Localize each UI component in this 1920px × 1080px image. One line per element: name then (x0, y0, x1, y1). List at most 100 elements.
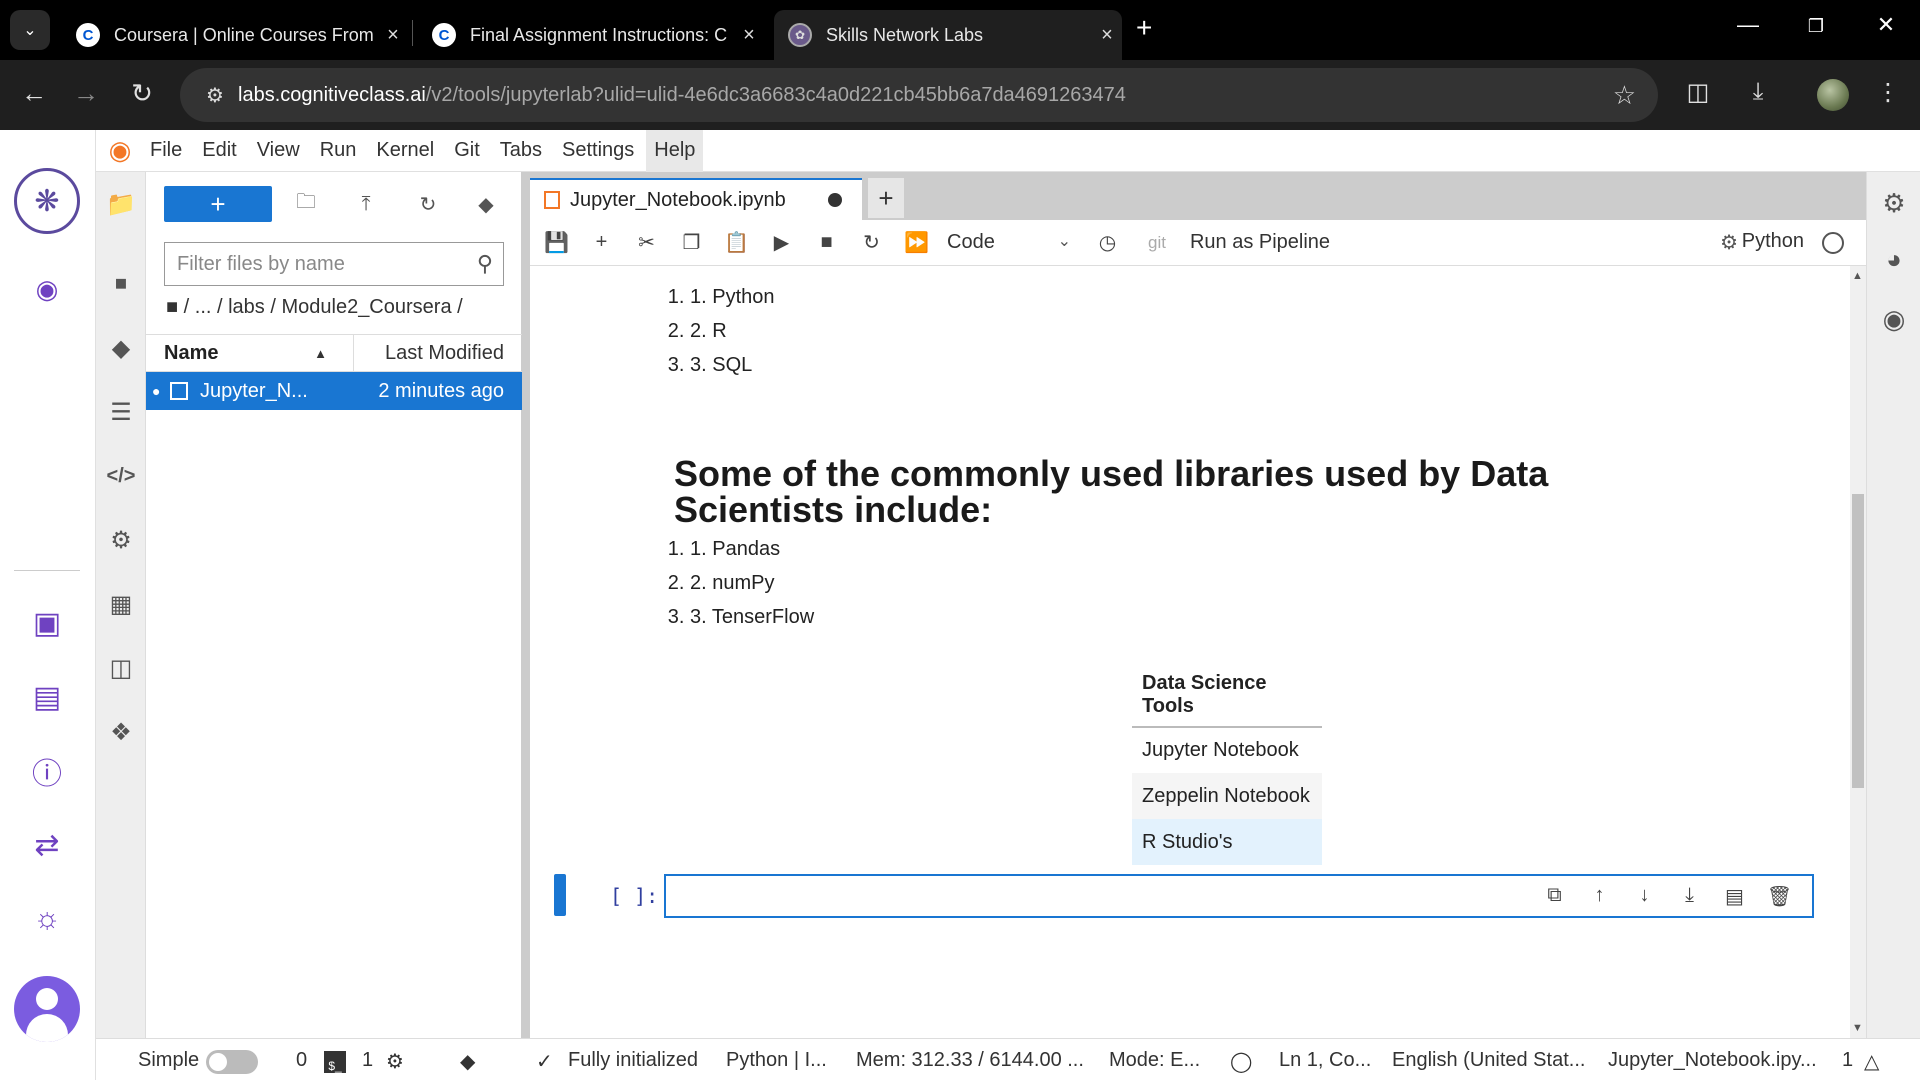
run-as-pipeline-button[interactable]: Run as Pipeline (1190, 231, 1330, 254)
delete-cell-icon[interactable]: 🗑 (1757, 884, 1802, 909)
simple-mode-toggle[interactable] (206, 1050, 258, 1074)
stop-icon[interactable]: ■ (804, 231, 849, 254)
browser-tab-skills-network[interactable]: ✿ Skills Network Labs × (774, 10, 1122, 60)
scroll-down-icon[interactable]: ▼ (1852, 1022, 1863, 1034)
skills-network-logo-icon[interactable]: ❋ (14, 168, 80, 234)
modified-column-header[interactable]: Last Modified (354, 335, 522, 371)
terminals-count[interactable]: 0 (296, 1049, 307, 1072)
cut-icon[interactable]: ✂ (624, 230, 669, 255)
minimize-button[interactable]: — (1728, 12, 1768, 38)
close-icon[interactable]: × (734, 24, 764, 47)
move-up-icon[interactable]: ↑ (1577, 884, 1622, 909)
debugger-icon[interactable]: ⚙ (1720, 230, 1738, 255)
unsaved-dot-icon[interactable] (828, 193, 842, 207)
scrollbar-thumb[interactable] (1852, 494, 1864, 788)
refresh-icon[interactable]: ↻ (408, 186, 448, 222)
address-bar[interactable]: ⚙ labs.cognitiveclass.ai/v2/tools/jupyte… (180, 68, 1658, 122)
git-icon[interactable]: ◆ (96, 326, 146, 370)
user-avatar[interactable] (14, 976, 80, 1042)
folder-icon[interactable]: 📁 (96, 182, 146, 226)
extensions-icon[interactable]: ◫ (1680, 78, 1716, 107)
forward-icon[interactable]: → (68, 78, 104, 109)
trust-icon[interactable]: ◯ (1230, 1049, 1252, 1074)
git-clone-icon[interactable]: ◆ (466, 186, 506, 222)
name-column-header[interactable]: Name ▲ (146, 335, 354, 371)
theme-icon[interactable]: ☼ (24, 896, 70, 942)
close-window-button[interactable]: ✕ (1866, 12, 1906, 38)
restore-button[interactable]: ❐ (1796, 16, 1836, 37)
profile-avatar[interactable] (1817, 79, 1849, 111)
download-icon[interactable]: ⤓ (1740, 78, 1776, 106)
toc-icon[interactable]: ☰ (96, 390, 146, 434)
menu-settings[interactable]: Settings (554, 130, 642, 172)
insert-below-icon[interactable]: ▤ (1712, 884, 1757, 909)
notebook-scrollbar[interactable]: ▲ ▼ (1850, 266, 1866, 1038)
running-icon[interactable]: ⏹ (96, 262, 146, 306)
code-snippets-icon[interactable]: </> (96, 454, 146, 498)
file-row[interactable]: ● Jupyter_N... 2 minutes ago (146, 372, 522, 410)
property-inspector-icon[interactable]: ⚙ (96, 518, 146, 562)
components-icon[interactable]: ◫ (96, 646, 146, 690)
scroll-up-icon[interactable]: ▲ (1852, 270, 1863, 282)
menu-run[interactable]: Run (312, 130, 365, 172)
filter-files-input[interactable]: Filter files by name ⚲ (164, 242, 504, 286)
tab-notebook[interactable]: Jupyter_Notebook.ipynb (530, 178, 862, 220)
kernels-count[interactable]: 1 (362, 1049, 373, 1072)
resource-usage-icon[interactable]: ◕ (1867, 236, 1920, 282)
menu-help[interactable]: Help (646, 129, 704, 172)
property-inspector-icon[interactable]: ⚙ (1867, 180, 1920, 226)
run-icon[interactable]: ▶ (759, 230, 804, 255)
restart-icon[interactable]: ↻ (849, 230, 894, 255)
new-launcher-button[interactable]: + (164, 186, 272, 222)
menu-edit[interactable]: Edit (194, 130, 244, 172)
code-cell-editor[interactable]: ⧉ ↑ ↓ ⤓ ▤ 🗑 (664, 874, 1814, 918)
news-icon[interactable]: ▤ (24, 674, 70, 720)
run-all-icon[interactable]: ⏩ (894, 230, 939, 255)
spellcheck-language[interactable]: English (United Stat... (1392, 1049, 1585, 1072)
more-menu-icon[interactable]: ⋮ (1870, 78, 1906, 107)
site-info-icon[interactable]: ⚙ (192, 83, 238, 108)
menu-file[interactable]: File (142, 130, 190, 172)
inbox-icon[interactable]: ▣ (24, 600, 70, 646)
notifications-count[interactable]: 1 (1842, 1049, 1853, 1072)
git-icon[interactable]: ◆ (460, 1049, 475, 1074)
reload-icon[interactable]: ↻ (124, 78, 160, 109)
kernel-name[interactable]: Python (1742, 230, 1804, 253)
metadata-icon[interactable]: ▦ (96, 582, 146, 626)
browser-tab-coursera[interactable]: C Coursera | Online Courses From × (62, 10, 408, 60)
new-tab-plus-button[interactable]: + (868, 178, 904, 218)
sync-icon[interactable]: ⇄ (24, 822, 70, 868)
menu-kernel[interactable]: Kernel (368, 130, 442, 172)
new-folder-icon[interactable]: 🗀 (286, 186, 326, 222)
back-icon[interactable]: ← (16, 78, 52, 109)
browser-tab-assignment[interactable]: C Final Assignment Instructions: C × (418, 10, 764, 60)
duplicate-cell-icon[interactable]: ⧉ (1532, 884, 1577, 909)
tab-search-button[interactable]: ⌄ (10, 10, 50, 50)
menu-view[interactable]: View (249, 130, 308, 172)
paste-icon[interactable]: 📋 (714, 230, 759, 255)
lsp-status[interactable]: Fully initialized (568, 1049, 698, 1072)
extensions-icon[interactable]: ❖ (96, 710, 146, 754)
close-icon[interactable]: × (378, 24, 408, 47)
insert-above-icon[interactable]: ⤓ (1667, 884, 1712, 909)
insert-cell-icon[interactable]: + (579, 231, 624, 254)
active-cell-indicator[interactable] (554, 874, 566, 916)
save-icon[interactable]: 💾 (534, 230, 579, 255)
menu-tabs[interactable]: Tabs (492, 130, 550, 172)
bookmark-star-icon[interactable]: ☆ (1613, 80, 1636, 111)
cell-type-select[interactable]: Code ⌄ (947, 231, 1071, 254)
upload-icon[interactable]: ⤒ (346, 186, 386, 222)
bell-icon[interactable]: △ (1864, 1049, 1879, 1074)
history-icon[interactable]: ◷ (1085, 230, 1130, 255)
new-tab-button[interactable]: + (1136, 12, 1152, 44)
kernel-status[interactable]: Python | I... (726, 1049, 827, 1072)
breadcrumb[interactable]: ■ / ... / labs / Module2_Coursera / (166, 296, 463, 319)
menu-git[interactable]: Git (446, 130, 488, 172)
help-icon[interactable]: ⓘ (24, 748, 70, 794)
close-icon[interactable]: × (1092, 24, 1122, 47)
move-down-icon[interactable]: ↓ (1622, 884, 1667, 909)
git-label[interactable]: git (1148, 233, 1166, 253)
chatbot-icon[interactable]: ◉ (24, 266, 70, 312)
copy-icon[interactable]: ❐ (669, 230, 714, 255)
cursor-position[interactable]: Ln 1, Co... (1279, 1049, 1371, 1072)
